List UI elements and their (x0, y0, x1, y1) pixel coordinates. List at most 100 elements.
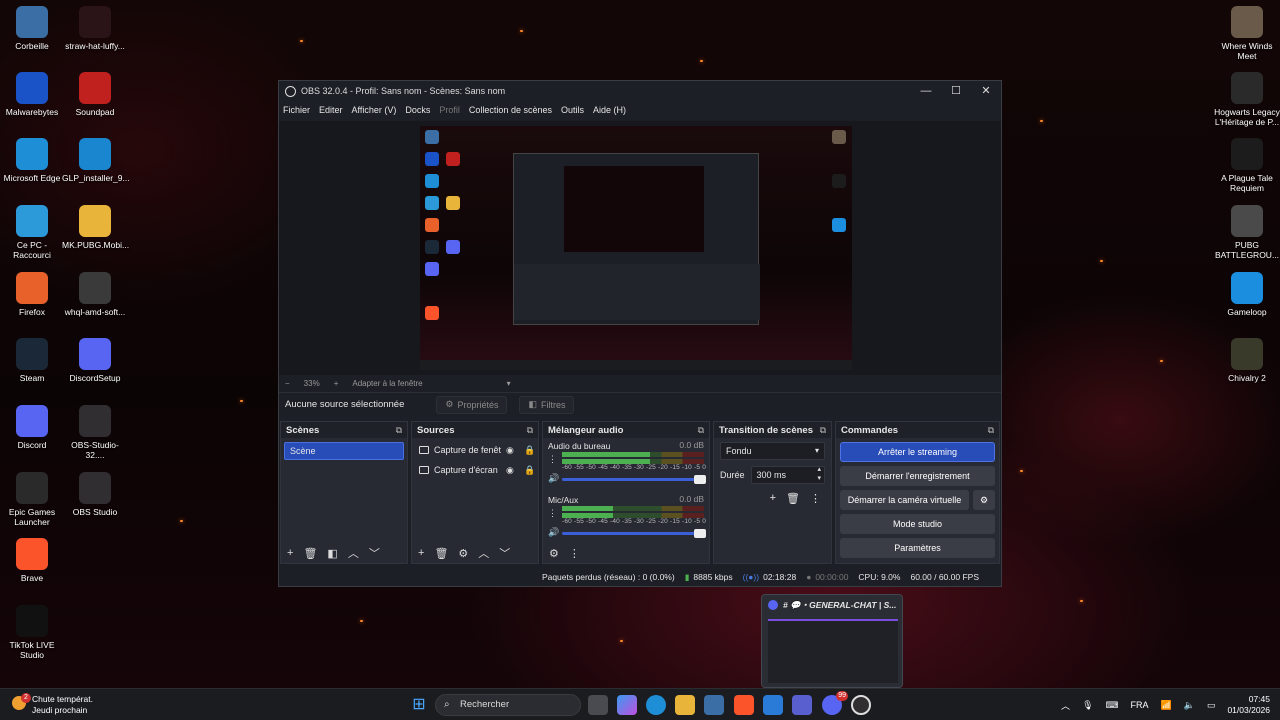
desktop-shortcut[interactable]: GLP_installer_9... (62, 138, 130, 183)
wifi-icon[interactable]: 📶 (1161, 700, 1172, 711)
desktop-shortcut[interactable]: Brave (0, 538, 65, 583)
teams-icon[interactable] (792, 695, 812, 715)
task-view-icon[interactable] (588, 695, 608, 715)
more-vertical-icon[interactable]: ⋮ (548, 508, 557, 519)
studio-mode-button[interactable]: Mode studio (840, 514, 995, 534)
source-item[interactable]: Capture d'écran ◉ 🔒 (412, 460, 538, 480)
eye-icon[interactable]: ◉ (506, 445, 514, 456)
desktop-shortcut[interactable]: MK.PUBG.Mobi... (62, 205, 129, 250)
desktop-shortcut[interactable]: DiscordSetup (62, 338, 128, 383)
gear-icon[interactable]: ⚙ (458, 547, 468, 560)
eye-icon[interactable]: ◉ (506, 465, 514, 476)
edge-icon[interactable] (646, 695, 666, 715)
filters-button[interactable]: ◧ Filtres (519, 395, 575, 414)
duration-spinbox[interactable]: 300 ms ▴ ▾ (750, 465, 825, 484)
zoom-in-button[interactable]: + (334, 379, 339, 388)
desktop-shortcut[interactable]: A Plague Tale Requiem (1214, 138, 1280, 193)
advanced-audio-icon[interactable]: ⚙ (549, 547, 559, 560)
chevron-down-icon[interactable]: ▾ (507, 379, 511, 388)
desktop-shortcut[interactable]: whql-amd-soft... (62, 272, 128, 317)
battery-icon[interactable]: ▭ (1207, 700, 1216, 711)
desktop-shortcut[interactable]: Hogwarts Legacy L'Héritage de P... (1214, 72, 1280, 127)
menu-collection-scenes[interactable]: Collection de scènes (469, 105, 552, 115)
taskbar-search[interactable]: ⌕ Rechercher (435, 694, 581, 716)
add-icon[interactable]: + (770, 492, 776, 505)
desktop-shortcut[interactable]: Steam (0, 338, 65, 383)
copilot-icon[interactable] (617, 695, 637, 715)
clock[interactable]: 07:45 01/03/2026 (1227, 694, 1270, 716)
desktop-shortcut[interactable]: Soundpad (62, 72, 128, 117)
desktop-shortcut[interactable]: Microsoft Edge (0, 138, 65, 183)
slider-knob[interactable] (694, 475, 706, 484)
trash-icon[interactable]: 🗑 (303, 547, 317, 560)
more-vertical-icon[interactable]: ⋮ (569, 547, 580, 560)
discord-taskbar-icon[interactable]: 99 (822, 691, 848, 715)
gear-icon[interactable]: ⚙ (973, 490, 995, 510)
desktop-shortcut[interactable]: straw-hat-luffy... (62, 6, 128, 51)
scene-item[interactable]: Scène (284, 442, 404, 460)
transition-select[interactable]: Fondu ▾ (720, 442, 825, 460)
filter-icon[interactable]: ◧ (327, 547, 337, 560)
desktop-shortcut[interactable]: Firefox (0, 272, 65, 317)
discord-window-preview[interactable]: # 💬・GENERAL-CHAT | S... (761, 594, 903, 688)
menu-docks[interactable]: Docks (405, 105, 430, 115)
desktop-shortcut[interactable]: OBS-Studio-32.... (62, 405, 128, 460)
add-icon[interactable]: + (287, 547, 293, 559)
speaker-icon[interactable]: 🔊 (548, 473, 559, 484)
volume-slider[interactable] (562, 529, 706, 538)
lock-icon[interactable]: 🔒 (524, 465, 535, 476)
menu-outils[interactable]: Outils (561, 105, 584, 115)
windows-start-icon[interactable]: ⊞ (409, 695, 429, 715)
start-recording-button[interactable]: Démarrer l'enregistrement (840, 466, 995, 486)
desktop-shortcut[interactable]: Chivalry 2 (1214, 338, 1280, 383)
add-icon[interactable]: + (418, 547, 424, 559)
chevron-up-icon[interactable]: ︿ (1061, 699, 1070, 712)
desktop-shortcut[interactable]: Corbeille (0, 6, 65, 51)
settings-button[interactable]: Paramètres (840, 538, 995, 558)
desktop-shortcut[interactable]: OBS Studio (62, 472, 128, 517)
desktop-shortcut[interactable]: Discord (0, 405, 65, 450)
menu-fichier[interactable]: Fichier (283, 105, 310, 115)
popout-icon[interactable]: ⧉ (820, 425, 826, 436)
menu-editer[interactable]: Editer (319, 105, 343, 115)
microsoft-store-icon[interactable] (704, 695, 724, 715)
microphone-icon[interactable]: 🎙 (1082, 700, 1093, 711)
zoom-out-button[interactable]: − (285, 379, 290, 388)
menu-afficher[interactable]: Afficher (V) (352, 105, 397, 115)
trash-icon[interactable]: 🗑 (434, 547, 448, 560)
slider-knob[interactable] (694, 529, 706, 538)
start-virtual-camera-button[interactable]: Démarrer la caméra virtuelle (840, 490, 969, 510)
more-vertical-icon[interactable]: ⋮ (810, 492, 821, 505)
close-button[interactable]: ✕ (971, 83, 1001, 99)
obs-titlebar[interactable]: OBS 32.0.4 - Profil: Sans nom - Scènes: … (279, 81, 1001, 101)
spin-arrows-icon[interactable]: ▴ ▾ (817, 465, 821, 483)
desktop-shortcut[interactable]: Malwarebytes (0, 72, 65, 117)
speaker-icon[interactable]: 🔊 (548, 527, 559, 538)
popout-icon[interactable]: ⧉ (527, 425, 533, 436)
desktop-shortcut[interactable]: Gameloop (1214, 272, 1280, 317)
maximize-button[interactable]: ☐ (941, 83, 971, 99)
chevron-up-icon[interactable]: ︿ (478, 545, 489, 561)
obs-taskbar-icon[interactable] (851, 695, 871, 715)
desktop-shortcut[interactable]: PUBG BATTLEGROU... (1214, 205, 1280, 260)
trash-icon[interactable]: 🗑 (786, 492, 800, 505)
more-vertical-icon[interactable]: ⋮ (548, 454, 557, 465)
menu-aide[interactable]: Aide (H) (593, 105, 626, 115)
weather-widget[interactable]: 2 Chute températ. Jeudi prochain (10, 693, 93, 716)
chevron-down-icon[interactable]: ﹀ (499, 545, 510, 561)
minimize-button[interactable]: — (911, 83, 941, 99)
desktop-shortcut[interactable]: Where Winds Meet (1214, 6, 1280, 61)
chevron-down-icon[interactable]: ﹀ (369, 545, 380, 561)
menu-profil[interactable]: Profil (439, 105, 460, 115)
volume-icon[interactable]: 🔈 (1184, 700, 1195, 711)
popout-icon[interactable]: ⧉ (988, 425, 994, 436)
program-preview[interactable] (420, 126, 852, 370)
popout-icon[interactable]: ⧉ (396, 425, 402, 436)
volume-slider[interactable] (562, 475, 706, 484)
stop-streaming-button[interactable]: Arrêter le streaming (840, 442, 995, 462)
source-item[interactable]: Capture de fenêt ◉ 🔒 (412, 440, 538, 460)
popout-icon[interactable]: ⧉ (698, 425, 704, 436)
keyboard-icon[interactable]: ⌨ (1106, 700, 1119, 711)
desktop-shortcut[interactable]: TikTok LIVE Studio (0, 605, 65, 660)
lock-icon[interactable]: 🔒 (524, 445, 535, 456)
